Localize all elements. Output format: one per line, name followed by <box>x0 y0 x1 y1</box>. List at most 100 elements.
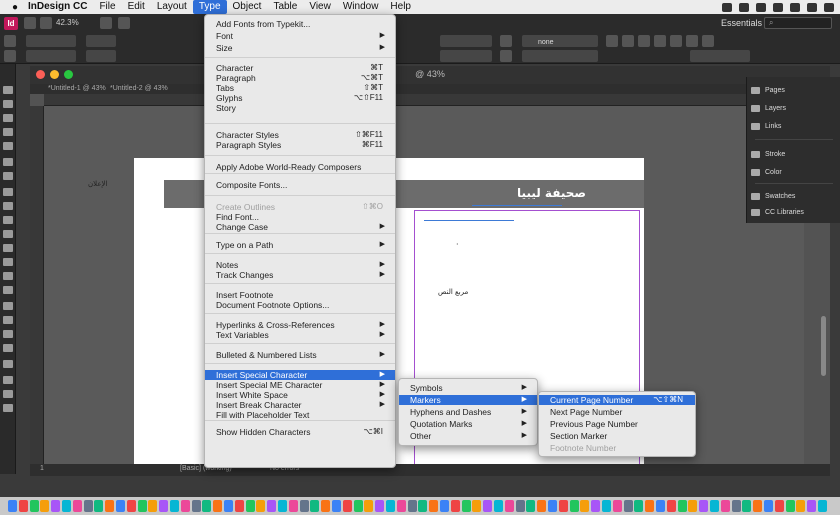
dock-app-icon[interactable] <box>364 500 374 512</box>
dock-app-icon[interactable] <box>461 500 471 512</box>
menu-object[interactable]: Object <box>227 0 268 14</box>
panel-swatches[interactable]: Swatches <box>751 189 795 203</box>
dock-app-icon[interactable] <box>612 500 622 512</box>
dock-app-icon[interactable] <box>785 500 795 512</box>
dock-app-icon[interactable] <box>267 500 277 512</box>
tab-untitled-1[interactable]: *Untitled-1 @ 43% <box>44 84 110 94</box>
menu-item-story[interactable]: Story <box>205 103 395 113</box>
screen-mode-icon[interactable] <box>3 404 13 412</box>
dock-app-icon[interactable] <box>191 500 201 512</box>
horizontal-ruler[interactable] <box>44 94 814 106</box>
vertical-ruler[interactable] <box>30 106 44 466</box>
bluetooth-icon[interactable] <box>756 2 766 12</box>
dock-app-icon[interactable] <box>818 500 827 512</box>
dock-app-icon[interactable] <box>688 500 698 512</box>
view-mode-icon[interactable] <box>3 390 13 398</box>
language-field[interactable] <box>522 50 598 62</box>
panel-links[interactable]: Links <box>751 119 781 133</box>
dock-app-icon[interactable] <box>558 500 568 512</box>
paragraph-controls-button[interactable] <box>4 50 16 62</box>
dock-app-icon[interactable] <box>234 500 244 512</box>
battery-icon[interactable] <box>790 2 800 12</box>
menu-type[interactable]: Type <box>192 0 227 14</box>
tab-untitled-2[interactable]: *Untitled-2 @ 43% <box>106 84 172 94</box>
menu-item-hyperlinks-cross-references[interactable]: Hyperlinks & Cross-References ▶ <box>205 320 395 330</box>
menu-file[interactable]: File <box>93 0 121 14</box>
dock-app-icon[interactable] <box>753 500 763 512</box>
dock-app-icon[interactable] <box>321 500 331 512</box>
gap-tool-icon[interactable] <box>3 128 13 136</box>
dock-app-icon[interactable] <box>18 500 28 512</box>
search-input[interactable]: ⌕ <box>764 17 832 29</box>
menu-item-glyphs[interactable]: Glyphs ⌥⇧F11 <box>205 93 395 103</box>
list-icon[interactable] <box>824 2 834 12</box>
note-tool-icon[interactable] <box>3 302 13 310</box>
stroke-swatch[interactable] <box>500 50 512 62</box>
dock-app-icon[interactable] <box>29 500 39 512</box>
status-icon[interactable] <box>739 2 749 12</box>
menu-item-document-footnote-options[interactable]: Document Footnote Options... <box>205 300 395 310</box>
dock-app-icon[interactable] <box>126 500 136 512</box>
status-icon[interactable] <box>722 2 732 12</box>
menu-layout[interactable]: Layout <box>151 0 193 14</box>
dock-app-icon[interactable] <box>375 500 385 512</box>
dock-app-icon[interactable] <box>429 500 439 512</box>
stock-button[interactable] <box>40 17 52 29</box>
menu-item-notes[interactable]: Notes ▶ <box>205 260 395 270</box>
selection-tool-icon[interactable] <box>3 86 13 94</box>
dock-app-icon[interactable] <box>623 500 633 512</box>
content-collector-icon[interactable] <box>3 142 13 150</box>
dock-app-icon[interactable] <box>288 500 298 512</box>
dock-app-icon[interactable] <box>742 500 752 512</box>
submenu-item-symbols[interactable]: Symbols ▶ <box>399 383 537 393</box>
dock-app-icon[interactable] <box>418 500 428 512</box>
menu-item-character-styles[interactable]: Character Styles ⇧⌘F11 <box>205 130 395 140</box>
dock-app-icon[interactable] <box>202 500 212 512</box>
dock-app-icon[interactable] <box>137 500 147 512</box>
dock-app-icon[interactable] <box>396 500 406 512</box>
dock-app-icon[interactable] <box>94 500 104 512</box>
dock-app-icon[interactable] <box>105 500 115 512</box>
dock-app-icon[interactable] <box>407 500 417 512</box>
menu-item-apply-adobe-world-ready-composers[interactable]: Apply Adobe World-Ready Composers <box>205 162 395 172</box>
menu-item-fill-with-placeholder-text[interactable]: Fill with Placeholder Text <box>205 410 395 420</box>
submenu-item-current-page-number[interactable]: Current Page Number ⌥⇧⌘N <box>539 395 695 405</box>
dock-app-icon[interactable] <box>602 500 611 512</box>
scale-field[interactable] <box>440 35 492 47</box>
font-style-field[interactable] <box>26 50 76 62</box>
dock-app-icon[interactable] <box>645 500 655 512</box>
dock-app-icon[interactable] <box>180 500 190 512</box>
gradient-feather-tool-icon[interactable] <box>3 286 13 294</box>
wifi-icon[interactable] <box>773 2 783 12</box>
dock-app-icon[interactable] <box>299 500 309 512</box>
dock-app-icon[interactable] <box>278 500 287 512</box>
dock-app-icon[interactable] <box>634 500 644 512</box>
menu-app-name[interactable]: InDesign CC <box>22 0 93 14</box>
skew-field[interactable] <box>440 50 492 62</box>
menu-item-change-case[interactable]: Change Case ▶ <box>205 222 395 232</box>
dock-app-icon[interactable] <box>342 500 352 512</box>
rectangle-frame-tool-icon[interactable] <box>3 216 13 224</box>
scissors-tool-icon[interactable] <box>3 244 13 252</box>
menu-item-paragraph[interactable]: Paragraph ⌥⌘T <box>205 73 395 83</box>
menu-item-add-fonts-from-typekit[interactable]: Add Fonts from Typekit... <box>205 19 395 29</box>
pen-tool-icon[interactable] <box>3 188 13 196</box>
dock-app-icon[interactable] <box>494 500 503 512</box>
panel-cc-libraries[interactable]: CC Libraries <box>751 205 804 219</box>
dock-app-icon[interactable] <box>580 500 590 512</box>
menu-item-insert-special-me-character[interactable]: Insert Special ME Character ▶ <box>205 380 395 390</box>
dock-app-icon[interactable] <box>83 500 93 512</box>
dock-app-icon[interactable] <box>62 500 71 512</box>
type-tool-icon[interactable] <box>3 158 13 166</box>
dock-app-icon[interactable] <box>224 500 233 512</box>
adjustment-field[interactable] <box>690 50 750 62</box>
menu-item-bulleted-numbered-lists[interactable]: Bulleted & Numbered Lists ▶ <box>205 350 395 360</box>
dock-app-icon[interactable] <box>699 500 709 512</box>
direct-selection-tool-icon[interactable] <box>3 100 13 108</box>
dock-app-icon[interactable] <box>116 500 125 512</box>
dock-app-icon[interactable] <box>159 500 169 512</box>
menu-item-insert-footnote[interactable]: Insert Footnote <box>205 290 395 300</box>
dock-app-icon[interactable] <box>148 500 158 512</box>
panel-layers[interactable]: Layers <box>751 101 786 115</box>
dock-app-icon[interactable] <box>591 500 601 512</box>
